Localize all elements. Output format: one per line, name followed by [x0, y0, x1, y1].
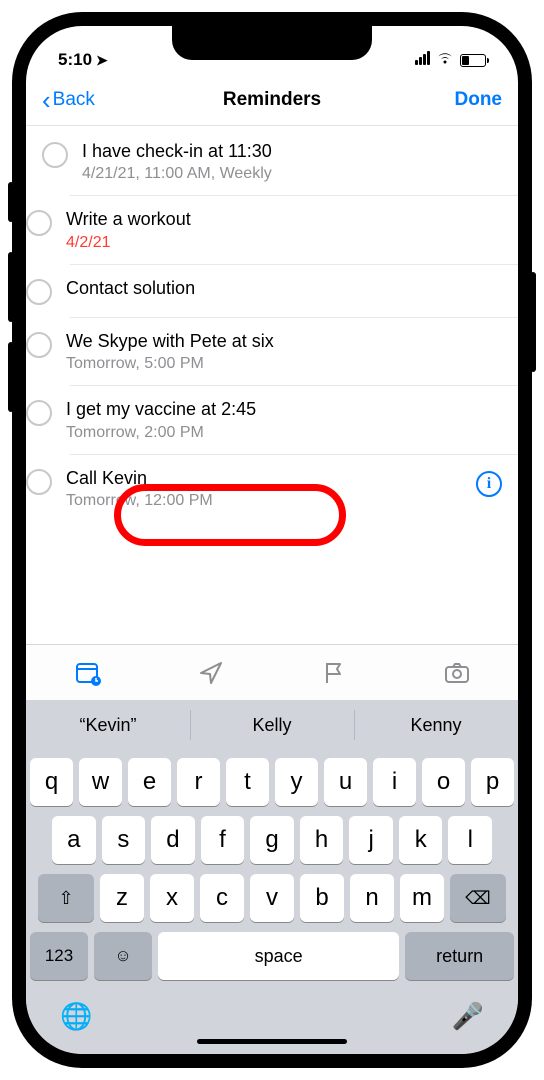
- reminder-subtitle: Tomorrow, 2:00 PM: [66, 424, 502, 442]
- reminder-subtitle: 4/21/21, 11:00 AM, Weekly: [82, 165, 502, 183]
- phone-frame: 5:10 ➤ ‹ Back Reminders Done I have chec…: [12, 12, 532, 1068]
- page-title: Reminders: [26, 89, 518, 111]
- key-h[interactable]: h: [300, 816, 344, 864]
- reminder-title: I get my vaccine at 2:45: [66, 398, 502, 421]
- keyboard: qwertyuiop asdfghjkl ⇧ zxcvbnm ⌫ 123 ☺ s…: [26, 750, 518, 1054]
- key-y[interactable]: y: [275, 758, 318, 806]
- reminder-title: We Skype with Pete at six: [66, 330, 502, 353]
- key-u[interactable]: u: [324, 758, 367, 806]
- reminder-body[interactable]: Call Kevin Tomorrow, 12:00 PM: [66, 467, 468, 510]
- reminders-list[interactable]: I have check-in at 11:30 4/21/21, 11:00 A…: [26, 126, 518, 644]
- key-e[interactable]: e: [128, 758, 171, 806]
- reminder-title: Contact solution: [66, 277, 502, 300]
- reminder-title: Write a workout: [66, 208, 502, 231]
- reminder-row[interactable]: We Skype with Pete at sixTomorrow, 5:00 …: [70, 317, 518, 385]
- signal-icon: [414, 50, 430, 70]
- key-d[interactable]: d: [151, 816, 195, 864]
- key-a[interactable]: a: [52, 816, 96, 864]
- volume-down-button: [8, 342, 14, 412]
- key-g[interactable]: g: [250, 816, 294, 864]
- location-button[interactable]: [149, 645, 272, 700]
- reminder-row[interactable]: Call KevinTomorrow, 12:00 PMi: [70, 454, 518, 522]
- suggestion-1[interactable]: Kelly: [190, 700, 354, 750]
- reminder-row[interactable]: I get my vaccine at 2:45Tomorrow, 2:00 P…: [70, 385, 518, 453]
- status-time: 5:10: [58, 50, 92, 70]
- complete-radio[interactable]: [26, 469, 52, 495]
- key-o[interactable]: o: [422, 758, 465, 806]
- done-button[interactable]: Done: [455, 89, 503, 111]
- backspace-key[interactable]: ⌫: [450, 874, 506, 922]
- volume-up-button: [8, 252, 14, 322]
- key-s[interactable]: s: [102, 816, 146, 864]
- chevron-left-icon: ‹: [42, 87, 51, 113]
- reminder-body[interactable]: I have check-in at 11:30 4/21/21, 11:00 A…: [82, 140, 502, 183]
- reminder-body[interactable]: Contact solution: [66, 277, 502, 300]
- flag-button[interactable]: [272, 645, 395, 700]
- shift-key[interactable]: ⇧: [38, 874, 94, 922]
- key-n[interactable]: n: [350, 874, 394, 922]
- notch: [172, 26, 372, 60]
- wifi-icon: [436, 50, 454, 70]
- nav-bar: ‹ Back Reminders Done: [26, 74, 518, 126]
- numbers-key[interactable]: 123: [30, 932, 88, 980]
- key-b[interactable]: b: [300, 874, 344, 922]
- battery-icon: [460, 54, 486, 67]
- reminder-body[interactable]: Write a workout 4/2/21: [66, 208, 502, 251]
- silent-switch: [8, 182, 14, 222]
- reminder-title: I have check-in at 11:30: [82, 140, 502, 163]
- complete-radio[interactable]: [26, 210, 52, 236]
- home-indicator[interactable]: [197, 1039, 347, 1044]
- key-x[interactable]: x: [150, 874, 194, 922]
- reminder-body[interactable]: I get my vaccine at 2:45 Tomorrow, 2:00 P…: [66, 398, 502, 441]
- reminder-row[interactable]: Write a workout4/2/21: [70, 195, 518, 263]
- key-p[interactable]: p: [471, 758, 514, 806]
- key-r[interactable]: r: [177, 758, 220, 806]
- key-q[interactable]: q: [30, 758, 73, 806]
- emoji-key[interactable]: ☺: [94, 932, 152, 980]
- camera-button[interactable]: [395, 645, 518, 700]
- key-c[interactable]: c: [200, 874, 244, 922]
- location-icon: ➤: [96, 52, 108, 69]
- key-j[interactable]: j: [349, 816, 393, 864]
- reminder-row[interactable]: Contact solution: [70, 264, 518, 317]
- reminder-title: Call Kevin: [66, 467, 468, 490]
- complete-radio[interactable]: [26, 400, 52, 426]
- screen: 5:10 ➤ ‹ Back Reminders Done I have chec…: [26, 26, 518, 1054]
- return-key[interactable]: return: [405, 932, 514, 980]
- key-l[interactable]: l: [448, 816, 492, 864]
- key-k[interactable]: k: [399, 816, 443, 864]
- key-z[interactable]: z: [100, 874, 144, 922]
- suggestion-0[interactable]: “Kevin”: [26, 700, 190, 750]
- back-button[interactable]: ‹ Back: [42, 87, 95, 113]
- quick-toolbar: [26, 644, 518, 700]
- reminder-body[interactable]: We Skype with Pete at six Tomorrow, 5:00 …: [66, 330, 502, 373]
- space-key[interactable]: space: [158, 932, 399, 980]
- power-button: [530, 272, 536, 372]
- calendar-button[interactable]: [26, 645, 149, 700]
- complete-radio[interactable]: [42, 142, 68, 168]
- suggestion-2[interactable]: Kenny: [354, 700, 518, 750]
- back-label: Back: [53, 89, 95, 111]
- reminder-subtitle: Tomorrow, 12:00 PM: [66, 492, 468, 510]
- globe-icon[interactable]: 🌐: [60, 1001, 92, 1032]
- reminder-row[interactable]: I have check-in at 11:30 4/21/21, 11:00 A…: [26, 126, 518, 195]
- done-label: Done: [455, 89, 503, 111]
- complete-radio[interactable]: [26, 279, 52, 305]
- key-f[interactable]: f: [201, 816, 245, 864]
- keyboard-suggestions: “Kevin” Kelly Kenny: [26, 700, 518, 750]
- key-i[interactable]: i: [373, 758, 416, 806]
- mic-icon[interactable]: 🎤: [452, 1001, 484, 1032]
- key-w[interactable]: w: [79, 758, 122, 806]
- reminder-subtitle: Tomorrow, 5:00 PM: [66, 355, 502, 373]
- info-button[interactable]: i: [476, 471, 502, 497]
- key-v[interactable]: v: [250, 874, 294, 922]
- complete-radio[interactable]: [26, 332, 52, 358]
- key-m[interactable]: m: [400, 874, 444, 922]
- key-t[interactable]: t: [226, 758, 269, 806]
- reminder-subtitle: 4/2/21: [66, 234, 502, 252]
